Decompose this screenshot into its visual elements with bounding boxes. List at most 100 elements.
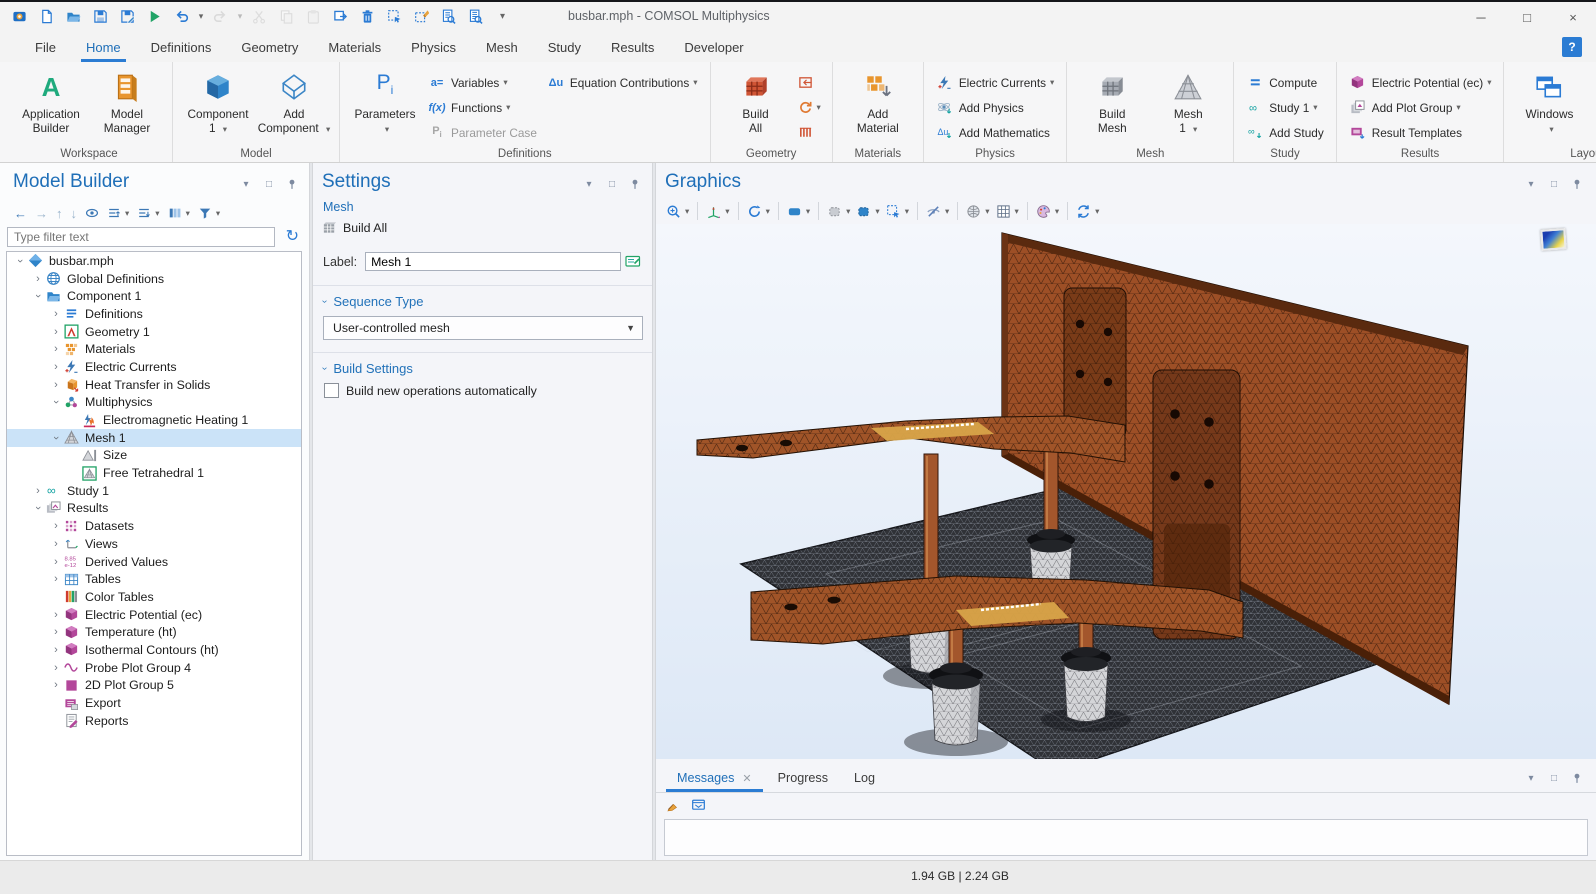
expander-icon[interactable]: › bbox=[49, 644, 63, 656]
expander-icon[interactable]: › bbox=[49, 679, 63, 691]
menu-tab-home[interactable]: Home bbox=[71, 32, 136, 62]
open-file-icon[interactable] bbox=[60, 4, 87, 29]
expander-icon[interactable]: › bbox=[49, 520, 63, 532]
show-icon[interactable] bbox=[81, 203, 103, 223]
copy-icon[interactable] bbox=[273, 4, 300, 29]
ribbon-import-geometry-icon-button[interactable] bbox=[794, 70, 825, 95]
menu-tab-materials[interactable]: Materials bbox=[313, 32, 396, 62]
ribbon-application-builder-button[interactable]: AApplicationBuilder bbox=[13, 66, 89, 135]
duplicate-icon[interactable] bbox=[327, 4, 354, 29]
sequence-type-select[interactable]: User-controlled mesh ▼ bbox=[323, 316, 643, 340]
ribbon-add-mathematics-button[interactable]: ΔuAdd Mathematics bbox=[931, 120, 1059, 145]
preview-all-icon[interactable] bbox=[462, 4, 489, 29]
menu-tab-developer[interactable]: Developer bbox=[669, 32, 758, 62]
tree-item-definitions[interactable]: ›Definitions bbox=[7, 305, 301, 323]
tree-item-probe-plot-group-4[interactable]: ›Probe Plot Group 4 bbox=[7, 659, 301, 677]
sequence-type-section-header[interactable]: › Sequence Type bbox=[323, 294, 423, 309]
tree-item-electric-potential-ec[interactable]: ›Electric Potential (ec) bbox=[7, 606, 301, 624]
move-down-icon[interactable]: ↓ bbox=[67, 203, 82, 223]
ribbon-electric-potential-ec-button[interactable]: Electric Potential (ec)▾ bbox=[1344, 70, 1497, 95]
panel-menu-icon[interactable]: ▾ bbox=[1524, 177, 1538, 191]
undo-dropdown-icon[interactable]: ▾ bbox=[195, 4, 207, 29]
ribbon-add-physics-button[interactable]: Add Physics bbox=[931, 95, 1059, 120]
expander-icon[interactable]: › bbox=[49, 361, 63, 373]
rename-icon[interactable] bbox=[623, 251, 643, 271]
ribbon-build-mesh-button[interactable]: BuildMesh bbox=[1074, 66, 1150, 135]
build-settings-section-header[interactable]: › Build Settings bbox=[323, 361, 413, 376]
expander-icon[interactable]: › bbox=[49, 379, 63, 391]
graphics-canvas[interactable] bbox=[656, 224, 1596, 759]
panel-pin-icon[interactable] bbox=[1570, 771, 1584, 785]
open-message-window-icon[interactable] bbox=[691, 797, 706, 812]
expander-icon[interactable]: › bbox=[49, 662, 63, 674]
ribbon-component-1-button[interactable]: Component1 ▾ bbox=[180, 66, 256, 136]
menu-tab-geometry[interactable]: Geometry bbox=[226, 32, 313, 62]
ribbon-virtual-operations-icon-button[interactable] bbox=[794, 120, 825, 145]
clear-messages-icon[interactable] bbox=[666, 797, 681, 812]
ribbon-add-study-button[interactable]: ∞Add Study bbox=[1241, 120, 1328, 145]
tree-item-study-1[interactable]: ›∞Study 1 bbox=[7, 482, 301, 500]
tree-item-temperature-ht[interactable]: ›Temperature (ht) bbox=[7, 623, 301, 641]
tree-item-export[interactable]: Export bbox=[7, 694, 301, 712]
expander-icon[interactable]: › bbox=[49, 432, 63, 444]
clear-selection-icon[interactable] bbox=[408, 4, 435, 29]
panel-maximize-icon[interactable]: □ bbox=[1547, 177, 1561, 191]
hide-icon[interactable]: ▾ bbox=[923, 200, 952, 222]
forward-icon[interactable]: → bbox=[31, 203, 52, 223]
color-theme-icon[interactable]: ▾ bbox=[1033, 200, 1062, 222]
tree-item-results[interactable]: ›Results bbox=[7, 500, 301, 518]
select-domain-icon[interactable]: ▾ bbox=[824, 200, 853, 222]
preview-selected-icon[interactable] bbox=[435, 4, 462, 29]
expander-icon[interactable]: › bbox=[31, 485, 45, 497]
move-up-icon[interactable]: ↑ bbox=[52, 203, 67, 223]
select-cursor-icon[interactable]: ▾ bbox=[883, 200, 912, 222]
ribbon-windows-button[interactable]: Windows ▾ bbox=[1511, 66, 1587, 136]
messages-tab-progress[interactable]: Progress bbox=[765, 764, 841, 792]
ribbon-add-material-button[interactable]: AddMaterial bbox=[840, 66, 916, 135]
grid-icon[interactable]: ▾ bbox=[993, 200, 1022, 222]
label-input[interactable] bbox=[365, 252, 621, 271]
undo-icon[interactable] bbox=[168, 4, 195, 29]
close-button[interactable]: × bbox=[1550, 2, 1596, 32]
ribbon-parameter-case-button[interactable]: PiParameter Case bbox=[423, 120, 542, 145]
ribbon-parameters-button[interactable]: PiParameters ▾ bbox=[347, 66, 423, 136]
ribbon-rebuild-geometry-icon-button[interactable]: ▾ bbox=[794, 95, 825, 120]
redo-icon[interactable] bbox=[207, 4, 234, 29]
tree-item-heat-transfer-in-solids[interactable]: ›Heat Transfer in Solids bbox=[7, 376, 301, 394]
customize-toolbar-icon[interactable]: ▾ bbox=[489, 4, 516, 29]
tree-item-isothermal-contours-ht[interactable]: ›Isothermal Contours (ht) bbox=[7, 641, 301, 659]
save-icon[interactable] bbox=[87, 4, 114, 29]
run-icon[interactable] bbox=[141, 4, 168, 29]
rotate-icon[interactable]: ▾ bbox=[744, 200, 773, 222]
tree-item-mesh-1[interactable]: ›Mesh 1 bbox=[7, 429, 301, 447]
tree-item-electric-currents[interactable]: ›Electric Currents bbox=[7, 358, 301, 376]
menu-tab-mesh[interactable]: Mesh bbox=[471, 32, 533, 62]
filter-icon[interactable]: ▾ bbox=[194, 203, 224, 223]
panel-pin-icon[interactable] bbox=[628, 177, 642, 191]
tree-filter-input[interactable] bbox=[7, 227, 275, 247]
panel-maximize-icon[interactable]: □ bbox=[262, 177, 276, 191]
messages-tab-log[interactable]: Log bbox=[841, 764, 888, 792]
panel-pin-icon[interactable] bbox=[1570, 177, 1584, 191]
tree-item-component-1[interactable]: ›Component 1 bbox=[7, 287, 301, 305]
tree-item-color-tables[interactable]: Color Tables bbox=[7, 588, 301, 606]
delete-icon[interactable] bbox=[354, 4, 381, 29]
new-file-icon[interactable] bbox=[33, 4, 60, 29]
tree-item-derived-values[interactable]: ›8.85e-12Derived Values bbox=[7, 553, 301, 571]
expander-icon[interactable]: › bbox=[49, 573, 63, 585]
tree-item-tables[interactable]: ›Tables bbox=[7, 570, 301, 588]
tree-item-views[interactable]: ›Views bbox=[7, 535, 301, 553]
scene-refresh-icon[interactable]: ▾ bbox=[1073, 200, 1102, 222]
expander-icon[interactable]: › bbox=[49, 556, 63, 568]
ribbon-result-templates-button[interactable]: Result Templates bbox=[1344, 120, 1497, 145]
maximize-button[interactable]: □ bbox=[1504, 2, 1550, 32]
expander-icon[interactable]: › bbox=[49, 396, 63, 408]
select-boundary-icon[interactable]: ▾ bbox=[853, 200, 882, 222]
tree-item-free-tetrahedral-1[interactable]: Free Tetrahedral 1 bbox=[7, 464, 301, 482]
panel-menu-icon[interactable]: ▾ bbox=[582, 177, 596, 191]
tree-item-busbar-mph[interactable]: ›busbar.mph bbox=[7, 252, 301, 270]
ribbon-variables-button[interactable]: a=Variables▾ bbox=[423, 70, 542, 95]
ribbon-reset-desktop-button[interactable]: ResetDesktop ▾ bbox=[1587, 66, 1596, 136]
help-button[interactable]: ? bbox=[1562, 37, 1582, 57]
tree-item-2d-plot-group-5[interactable]: ›2D Plot Group 5 bbox=[7, 677, 301, 695]
